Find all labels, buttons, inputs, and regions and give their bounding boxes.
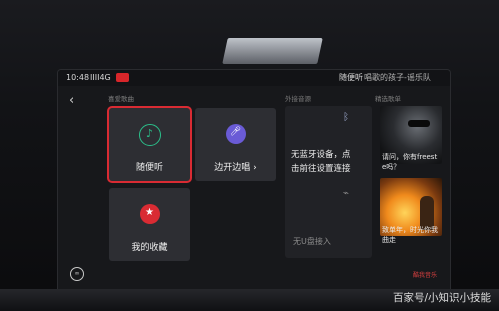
notification-badge xyxy=(116,73,129,82)
now-playing-song[interactable]: 唱歌的孩子-谣乐队 xyxy=(364,70,444,86)
chevron-right-icon: › xyxy=(250,163,257,173)
usb-icon: ⌁ xyxy=(343,188,350,199)
signal-indicator: IIII4G xyxy=(90,73,111,82)
music-note-icon: ♪ xyxy=(138,124,161,146)
sunglasses-shape xyxy=(408,120,430,127)
tile-label: 边开边唱 › xyxy=(214,163,257,173)
section-label-mine: 喜爱歌曲 xyxy=(108,95,134,103)
link-icon[interactable]: ∞ xyxy=(70,267,84,281)
usb-message: 无U盘接入 xyxy=(293,237,331,246)
back-icon[interactable]: ‹ xyxy=(69,94,79,107)
section-label-external: 外接音源 xyxy=(285,95,311,103)
tile-sing-while-driving[interactable]: 🎤︎ 边开边唱 › xyxy=(195,108,276,181)
watermark: 百家号/小知识小技能 xyxy=(392,292,491,304)
star-icon: ★ xyxy=(139,204,160,224)
section-label-featured: 精选歌单 xyxy=(375,95,401,103)
clock: 10:48 xyxy=(66,73,90,82)
status-bar: 10:48 IIII4G 随便听 唱歌的孩子-谣乐队 xyxy=(58,70,450,86)
tile-favorites[interactable]: ★ 我的收藏 xyxy=(109,188,190,261)
reflection-glare xyxy=(222,38,323,64)
playlist-caption-2[interactable]: 致单年，时光你我 曲走 xyxy=(382,225,446,245)
tile-random-play[interactable]: ♪ 随便听 xyxy=(109,108,190,181)
kuwo-logo: 酷我音乐 xyxy=(413,272,438,279)
now-playing-title[interactable]: 随便听 xyxy=(339,70,363,86)
microphone-icon: 🎤︎ xyxy=(225,124,246,144)
bluetooth-icon: ᛒ xyxy=(343,112,349,123)
tile-label: 随便听 xyxy=(135,163,163,173)
external-source-panel[interactable]: ᛒ 无蓝牙设备，点 击前往设置连接 ⌁ 无U盘接入 xyxy=(285,106,372,258)
tile-label: 我的收藏 xyxy=(131,243,168,253)
infotainment-screen: 10:48 IIII4G 随便听 唱歌的孩子-谣乐队 ‹ 喜爱歌曲 外接音源 精… xyxy=(58,70,450,292)
bluetooth-message: 无蓝牙设备，点 击前往设置连接 xyxy=(291,150,351,174)
playlist-caption-1[interactable]: 请问，你有freest e吗？ xyxy=(382,152,446,172)
